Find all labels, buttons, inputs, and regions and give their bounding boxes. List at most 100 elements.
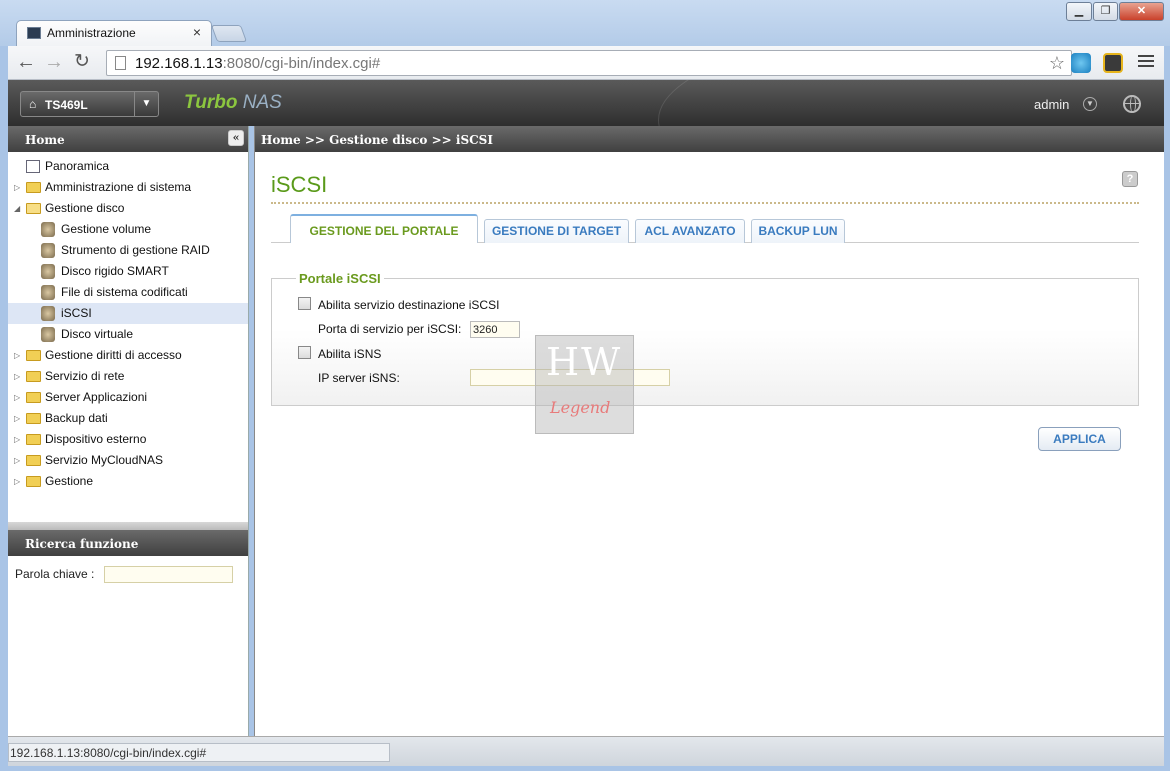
nav-tree: Panoramica ▷ Amministrazione di sistema … [8,152,248,547]
raid-icon [41,243,55,258]
reload-icon[interactable]: ↻ [70,51,94,75]
expand-icon[interactable]: ▷ [14,450,20,471]
sidebar-item-gestione[interactable]: ▷ Gestione [8,471,248,492]
tab-acl-avanzato[interactable]: ACL AVANZATO [635,219,745,243]
extension-icon[interactable] [1103,53,1123,73]
virtual-disk-icon [41,327,55,342]
sidebar-item-disco-virtuale[interactable]: Disco virtuale [8,324,248,345]
chrome-menu-icon[interactable] [1136,52,1156,72]
device-name: TS469L [45,98,88,112]
folder-icon [26,413,41,424]
forward-icon[interactable]: → [42,51,66,75]
tab-gestione-target[interactable]: GESTIONE DI TARGET [484,219,629,243]
expand-icon[interactable]: ▷ [14,177,20,198]
expand-icon[interactable]: ▷ [14,429,20,450]
folder-icon [26,350,41,361]
help-icon[interactable]: ? [1122,171,1138,187]
browser-toolbar: ← → ↻ 192.168.1.13:8080/cgi-bin/index.cg… [8,46,1164,80]
address-bar[interactable]: 192.168.1.13:8080/cgi-bin/index.cgi# ☆ [106,50,1072,76]
breadcrumb: Home >> Gestione disco >> iSCSI [255,126,1164,152]
sidebar-item-iscsi[interactable]: iSCSI [8,303,248,324]
sidebar-item-mycloudnas[interactable]: ▷ Servizio MyCloudNAS [8,450,248,471]
volume-icon [41,222,55,237]
iscsi-icon [41,306,55,321]
sidebar-item-dispositivo-esterno[interactable]: ▷ Dispositivo esterno [8,429,248,450]
folder-icon [26,455,41,466]
sidebar-item-amministrazione[interactable]: ▷ Amministrazione di sistema [8,177,248,198]
title-divider [271,202,1139,204]
enable-isns-label: Abilita iSNS [318,347,382,361]
encrypted-fs-icon [41,285,55,300]
folder-icon [26,434,41,445]
page-title: iSCSI [271,172,328,197]
tab-gestione-portale[interactable]: GESTIONE DEL PORTALE [290,214,478,243]
folder-icon [26,182,41,193]
expand-icon[interactable]: ▷ [14,345,20,366]
port-label: Porta di servizio per iSCSI: [318,322,462,336]
overview-icon [26,160,40,173]
sidebar-item-panoramica[interactable]: Panoramica [8,156,248,177]
monitor-icon [27,27,41,39]
sidebar-item-servizio-rete[interactable]: ▷ Servizio di rete [8,366,248,387]
keyword-label: Parola chiave : [15,567,95,581]
portal-legend: Portale iSCSI [296,271,384,286]
port-input[interactable] [470,321,520,338]
user-menu-icon[interactable]: ▼ [1083,97,1097,111]
sidebar-item-diritti-accesso[interactable]: ▷ Gestione diritti di accesso [8,345,248,366]
home-icon: ⌂ [29,97,37,111]
skype-extension-icon[interactable] [1071,53,1091,73]
tab-close-icon[interactable]: × [193,24,201,40]
tab-title: Amministrazione [47,26,136,40]
hdd-smart-icon [41,264,55,279]
enable-iscsi-checkbox[interactable] [298,297,311,310]
browser-tab[interactable]: Amministrazione × [16,20,212,46]
main-content: Home >> Gestione disco >> iSCSI iSCSI ? … [254,126,1164,736]
collapse-sidebar-icon[interactable]: « [228,130,244,146]
sidebar-item-gestione-volume[interactable]: Gestione volume [8,219,248,240]
folder-icon [26,392,41,403]
function-search-panel: Ricerca funzione Parola chiave : [8,530,248,583]
isns-ip-label: IP server iSNS: [318,371,400,385]
back-icon[interactable]: ← [14,51,38,75]
bookmark-star-icon[interactable]: ☆ [1049,53,1065,74]
collapse-icon[interactable]: ◢ [14,198,20,219]
window-titlebar: Amministrazione × ▁ ❐ ✕ [0,0,1170,46]
device-selector[interactable]: ⌂ TS469L ▼ [20,91,159,117]
sidebar-item-file-codificati[interactable]: File di sistema codificati [8,282,248,303]
sidebar-item-server-applicazioni[interactable]: ▷ Server Applicazioni [8,387,248,408]
sidebar-splitter[interactable] [8,522,248,530]
expand-icon[interactable]: ▷ [14,471,20,492]
search-panel-title: Ricerca funzione [8,530,248,556]
folder-open-icon [26,203,41,214]
dropdown-arrow-icon[interactable]: ▼ [134,92,158,116]
portal-fieldset: Portale iSCSI Abilita servizio destinazi… [271,271,1139,406]
status-bar: 192.168.1.13:8080/cgi-bin/index.cgi# [8,736,1164,766]
expand-icon[interactable]: ▷ [14,387,20,408]
maximize-button[interactable]: ❐ [1093,2,1118,21]
folder-icon [26,371,41,382]
expand-icon[interactable]: ▷ [14,366,20,387]
url-text: 192.168.1.13:8080/cgi-bin/index.cgi# [135,55,381,72]
keyword-input[interactable] [104,566,233,583]
minimize-button[interactable]: ▁ [1066,2,1092,21]
status-url: 192.168.1.13:8080/cgi-bin/index.cgi# [8,743,390,762]
page-icon [115,56,126,70]
enable-isns-checkbox[interactable] [298,346,311,359]
sidebar: Home « Panoramica ▷ Amministrazione di s… [8,126,249,736]
sidebar-item-smart[interactable]: Disco rigido SMART [8,261,248,282]
expand-icon[interactable]: ▷ [14,408,20,429]
apply-button[interactable]: APPLICA [1038,427,1121,451]
sidebar-item-raid[interactable]: Strumento di gestione RAID [8,240,248,261]
sidebar-item-backup-dati[interactable]: ▷ Backup dati [8,408,248,429]
sidebar-title: Home « [8,126,248,152]
watermark-logo: HW Legend [535,335,634,434]
tab-backup-lun[interactable]: BACKUP LUN [751,219,845,243]
folder-icon [26,476,41,487]
user-name[interactable]: admin [1034,97,1069,112]
close-window-button[interactable]: ✕ [1119,2,1164,21]
enable-iscsi-label: Abilita servizio destinazione iSCSI [318,298,500,312]
brand-logo: Turbo NAS [184,92,282,113]
sidebar-item-gestione-disco[interactable]: ◢ Gestione disco [8,198,248,219]
new-tab-button[interactable] [210,25,248,42]
globe-icon[interactable] [1123,95,1141,113]
